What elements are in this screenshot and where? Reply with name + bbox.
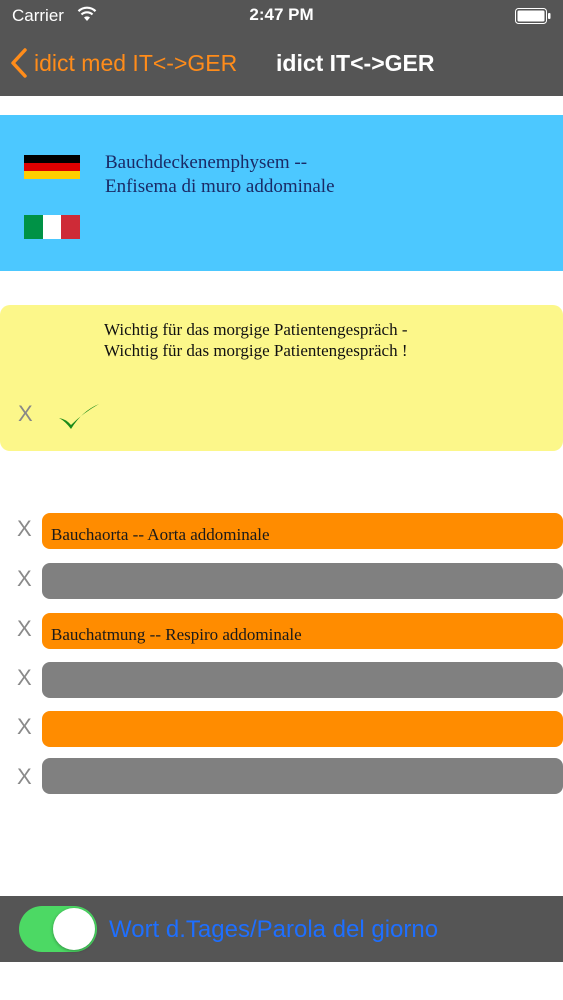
- flag-germany-icon: [24, 155, 80, 179]
- list-item[interactable]: [42, 758, 563, 794]
- back-button-label: idict med IT<->GER: [34, 49, 238, 76]
- row-delete-button[interactable]: X: [17, 764, 32, 790]
- entry-german: Bauchdeckenemphysem --: [105, 152, 308, 173]
- entry-text: Bauchdeckenemphysem -- Enfisema di muro …: [105, 151, 545, 199]
- bottom-bar: Wort d.Tages/Parola del giorno: [0, 896, 563, 962]
- row-delete-button[interactable]: X: [17, 665, 32, 691]
- checkmark-icon[interactable]: [56, 401, 102, 433]
- word-of-day-label[interactable]: Wort d.Tages/Parola del giorno: [109, 916, 438, 944]
- list-item[interactable]: [42, 563, 563, 599]
- note-text: Wichtig für das morgige Patientengespräc…: [104, 320, 408, 360]
- list-item[interactable]: [42, 711, 563, 747]
- note-card: Wichtig für das morgige Patientengespräc…: [0, 305, 563, 451]
- battery-icon: [515, 8, 551, 24]
- chevron-left-icon: [11, 48, 27, 78]
- entry-card: Bauchdeckenemphysem -- Enfisema di muro …: [0, 115, 563, 271]
- entry-italian: Enfisema di muro addominale: [105, 176, 335, 197]
- clock: 2:47 PM: [249, 5, 314, 24]
- flag-italy-icon: [24, 215, 80, 239]
- row-delete-button[interactable]: X: [17, 616, 32, 642]
- toggle-knob: [53, 908, 95, 950]
- list-item[interactable]: Bauchaorta -- Aorta addominale: [42, 513, 563, 549]
- row-delete-button[interactable]: X: [17, 566, 32, 592]
- row-delete-button[interactable]: X: [17, 714, 32, 740]
- navigation-bar: idict med IT<->GER idict IT<->GER: [0, 32, 563, 96]
- note-delete-button[interactable]: X: [18, 401, 33, 427]
- list-item[interactable]: [42, 662, 563, 698]
- word-of-day-toggle[interactable]: [19, 906, 97, 952]
- status-bar: Carrier 2:47 PM: [0, 0, 563, 32]
- back-button[interactable]: idict med IT<->GER: [10, 46, 237, 80]
- list-item[interactable]: Bauchatmung -- Respiro addominale: [42, 613, 563, 649]
- page-title: idict IT<->GER: [276, 50, 435, 76]
- row-delete-button[interactable]: X: [17, 516, 32, 542]
